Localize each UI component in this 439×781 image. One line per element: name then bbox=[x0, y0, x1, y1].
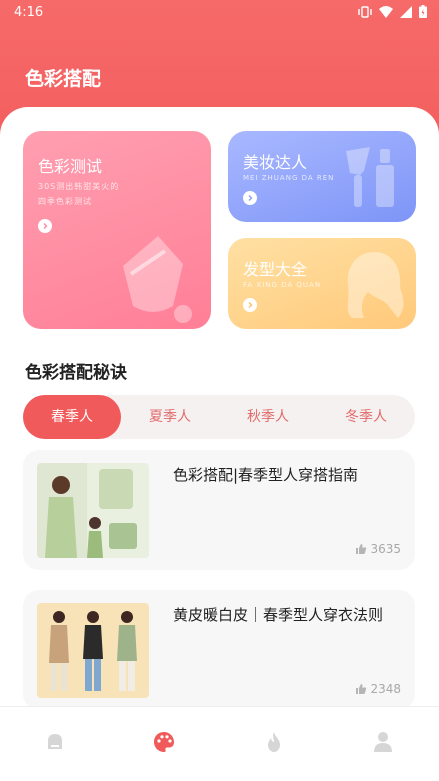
tab-spring[interactable]: 春季人 bbox=[23, 395, 121, 439]
tab-winter[interactable]: 冬季人 bbox=[317, 395, 415, 439]
like-count-value: 3635 bbox=[370, 542, 401, 556]
nav-home[interactable] bbox=[40, 727, 70, 757]
thumbs-up-icon bbox=[356, 544, 367, 554]
arrow-right-icon bbox=[243, 191, 257, 205]
hair-subtitle: FA XING DA QUAN bbox=[243, 281, 322, 289]
wifi-icon bbox=[379, 5, 393, 18]
battery-icon bbox=[419, 5, 427, 18]
status-time: 4:16 bbox=[14, 5, 44, 20]
color-test-title: 色彩测试 bbox=[38, 157, 103, 176]
hair-card[interactable]: 发型大全 FA XING DA QUAN bbox=[228, 238, 416, 329]
hair-title: 发型大全 bbox=[243, 260, 308, 279]
vibrate-icon bbox=[358, 5, 372, 18]
article-title: 色彩搭配|春季型人穿搭指南 bbox=[173, 466, 359, 484]
nav-hot[interactable] bbox=[259, 727, 289, 757]
arrow-right-icon bbox=[243, 298, 257, 312]
like-count: 3635 bbox=[355, 542, 401, 556]
makeup-brush-icon bbox=[346, 147, 394, 207]
nav-palette[interactable] bbox=[149, 727, 179, 757]
makeup-card[interactable]: 美妆达人 MEI ZHUANG DA REN bbox=[228, 131, 416, 222]
article-thumbnail bbox=[37, 463, 149, 558]
nav-profile[interactable] bbox=[368, 727, 398, 757]
section-title: 色彩搭配秘诀 bbox=[25, 363, 127, 383]
home-icon bbox=[48, 734, 62, 749]
color-test-card[interactable]: 色彩测试 30S测出韩甜美火的 四季色彩测试 bbox=[23, 131, 211, 329]
makeup-title: 美妆达人 bbox=[243, 153, 308, 172]
color-test-subtitle-2: 四季色彩测试 bbox=[38, 197, 92, 206]
color-test-subtitle-1: 30S测出韩甜美火的 bbox=[38, 182, 120, 191]
profile-icon bbox=[374, 732, 392, 752]
season-tabs: 春季人 夏季人 秋季人 冬季人 bbox=[23, 395, 415, 439]
like-count-value: 2348 bbox=[370, 682, 401, 696]
makeup-subtitle: MEI ZHUANG DA REN bbox=[243, 174, 335, 182]
paint-bucket-icon bbox=[123, 236, 192, 323]
article-title: 黄皮暖白皮｜春季型人穿衣法则 bbox=[173, 606, 384, 624]
fire-icon bbox=[268, 732, 280, 752]
arrow-right-icon bbox=[38, 219, 52, 233]
status-icons bbox=[358, 5, 427, 18]
thumbs-up-icon bbox=[356, 684, 367, 694]
page-title: 色彩搭配 bbox=[25, 68, 102, 90]
signal-icon bbox=[400, 5, 412, 18]
article-thumbnail bbox=[37, 603, 149, 698]
article-card[interactable]: 色彩搭配|春季型人穿搭指南 3635 bbox=[23, 450, 415, 570]
bottom-nav bbox=[0, 706, 439, 781]
tab-summer[interactable]: 夏季人 bbox=[121, 395, 219, 439]
palette-icon bbox=[154, 732, 174, 752]
like-count: 2348 bbox=[355, 682, 401, 696]
status-bar: 4:16 bbox=[0, 0, 439, 26]
hair-icon bbox=[347, 252, 404, 318]
tab-autumn[interactable]: 秋季人 bbox=[219, 395, 317, 439]
article-card[interactable]: 黄皮暖白皮｜春季型人穿衣法则 2348 bbox=[23, 590, 415, 710]
